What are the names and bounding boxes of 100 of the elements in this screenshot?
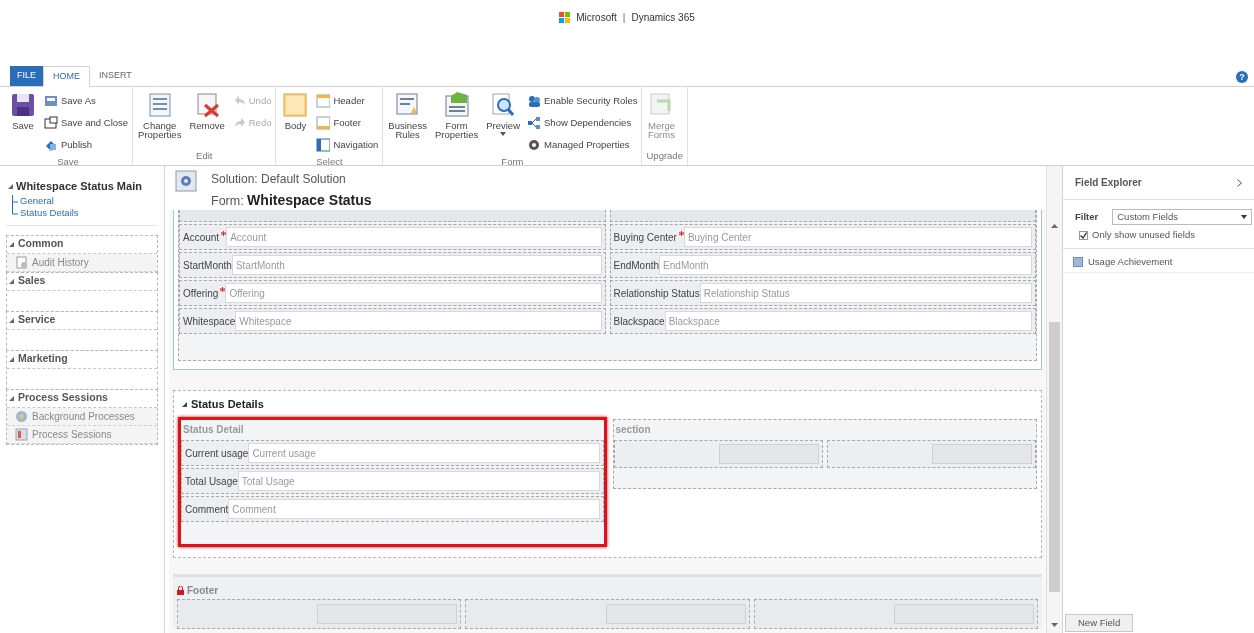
field-label: Blackspace <box>613 314 665 329</box>
nav-group-title: Common <box>18 236 64 252</box>
form-title: Form: Whitespace Status <box>211 192 372 209</box>
file-tab[interactable]: FILE <box>10 66 43 86</box>
ribbon-tab[interactable]: INSERT <box>90 66 141 86</box>
input-field[interactable]: Buying Center <box>683 227 1032 247</box>
collapse-icon <box>9 356 14 362</box>
nav-link[interactable]: Status Details <box>18 206 79 219</box>
ribbon-button[interactable]: Save As <box>44 91 129 111</box>
check-icon <box>1080 231 1087 239</box>
checkbox[interactable] <box>1079 230 1088 240</box>
product-name: Dynamics 365 <box>631 11 695 24</box>
input-field[interactable]: StartMonth <box>231 255 602 275</box>
input-field[interactable]: Account <box>226 227 602 247</box>
input-field[interactable]: Comment <box>228 499 600 519</box>
section-title: Status Detail <box>182 423 245 437</box>
ribbon-icon <box>316 116 331 130</box>
ribbon-tab[interactable]: HOME <box>43 66 90 87</box>
collapse-icon <box>8 183 13 189</box>
tab-title: Status Details <box>191 396 264 412</box>
input-field[interactable]: Total Usage <box>237 471 600 491</box>
help-button[interactable]: ? <box>1236 71 1248 83</box>
input-field[interactable]: Current usage <box>248 443 600 463</box>
microsoft-logo-icon <box>559 12 571 23</box>
ribbon-icon <box>316 94 331 108</box>
scroll-down-icon <box>1051 623 1058 627</box>
ribbon-button[interactable]: Save <box>8 91 38 155</box>
footer-title: Footer <box>187 583 219 598</box>
field-label: EndMonth <box>613 258 660 273</box>
ribbon-button[interactable]: Remove <box>188 91 226 149</box>
panel-title: Field Explorer <box>1075 176 1142 190</box>
ribbon-button[interactable]: Preview <box>485 91 521 155</box>
scroll-up-icon <box>1051 224 1058 228</box>
ribbon-button[interactable]: Navigation <box>316 135 379 155</box>
filter-dropdown[interactable]: Custom Fields <box>1112 209 1252 225</box>
checkbox-label: Only show unused fields <box>1092 228 1195 242</box>
ribbon-button[interactable]: Show Dependencies <box>527 113 638 133</box>
ribbon-button[interactable]: Business Rules <box>387 91 428 155</box>
field-label: StartMonth <box>183 258 232 273</box>
ribbon-icon <box>44 94 58 108</box>
input-field[interactable]: Relationship Status <box>699 283 1032 303</box>
lock-icon <box>177 585 184 595</box>
field-list-item[interactable]: Usage Achievement <box>1063 251 1254 274</box>
solution-title: Solution: Default Solution <box>211 172 347 187</box>
input-field[interactable]: Blackspace <box>664 311 1032 331</box>
ribbon-button[interactable]: Save and Close <box>44 113 129 133</box>
group-label: Edit <box>195 148 214 163</box>
ribbon-button[interactable]: Form Properties <box>433 91 480 155</box>
nav-group-title: Process Sessions <box>18 390 108 406</box>
input-field[interactable]: EndMonth <box>659 255 1032 275</box>
section-title: section <box>614 423 652 437</box>
ribbon-icon <box>527 116 541 130</box>
ribbon-icon <box>44 116 58 130</box>
ribbon-icon <box>316 138 331 152</box>
nav-group-title: Service <box>18 312 56 328</box>
ribbon-icon <box>527 138 541 152</box>
ribbon-icon <box>442 91 471 119</box>
nav-group-title: Marketing <box>18 351 68 367</box>
nav-item-icon <box>15 255 28 269</box>
collapse-icon <box>9 395 14 401</box>
collapse-icon <box>9 317 14 323</box>
field-label: Whitespace <box>183 314 236 329</box>
required-icon <box>678 230 684 236</box>
field-label: Relationship Status <box>613 286 700 301</box>
field-label: Buying Center <box>613 230 677 245</box>
brand-separator: | <box>622 11 626 24</box>
field-label: Current usage <box>185 446 249 461</box>
input-field[interactable]: Offering <box>225 283 602 303</box>
ribbon-button[interactable]: Managed Properties <box>527 135 638 155</box>
collapse-icon <box>9 241 14 247</box>
field-label: Comment <box>185 502 229 517</box>
group-label: Form <box>500 155 525 169</box>
nav-group-title: Sales <box>18 273 46 289</box>
ribbon-icon <box>281 91 310 119</box>
scroll-thumb[interactable] <box>1049 322 1060 592</box>
field-label: Offering <box>183 286 219 301</box>
nav-link[interactable]: General <box>18 194 54 207</box>
group-label: Save <box>56 155 80 169</box>
collapse-icon <box>9 278 14 284</box>
ribbon-button[interactable]: Body <box>280 91 311 155</box>
ribbon-button[interactable]: Header <box>316 91 379 111</box>
filter-label: Filter <box>1075 209 1099 224</box>
ribbon-button[interactable]: Footer <box>316 113 379 133</box>
input-field[interactable]: Whitespace <box>235 311 602 331</box>
group-label: Upgrade <box>646 148 683 163</box>
nav-item-icon <box>15 409 28 423</box>
ribbon-icon <box>44 138 58 152</box>
field-label: Account <box>183 230 220 245</box>
scrollbar[interactable] <box>1046 166 1062 633</box>
group-label: Select <box>315 155 344 169</box>
ribbon-button[interactable]: Publish <box>44 135 129 155</box>
ribbon-button[interactable]: Enable Security Roles <box>527 91 638 111</box>
caret-icon <box>1241 215 1247 219</box>
collapse-icon <box>182 401 187 407</box>
nav-item-icon <box>15 427 28 441</box>
new-field-button[interactable]: New Field <box>1065 614 1134 632</box>
ribbon-button[interactable]: Change Properties <box>137 91 183 149</box>
company-name: Microsoft <box>576 11 617 24</box>
required-icon <box>220 286 226 292</box>
nav-title: Whitespace Status Main <box>16 179 142 194</box>
